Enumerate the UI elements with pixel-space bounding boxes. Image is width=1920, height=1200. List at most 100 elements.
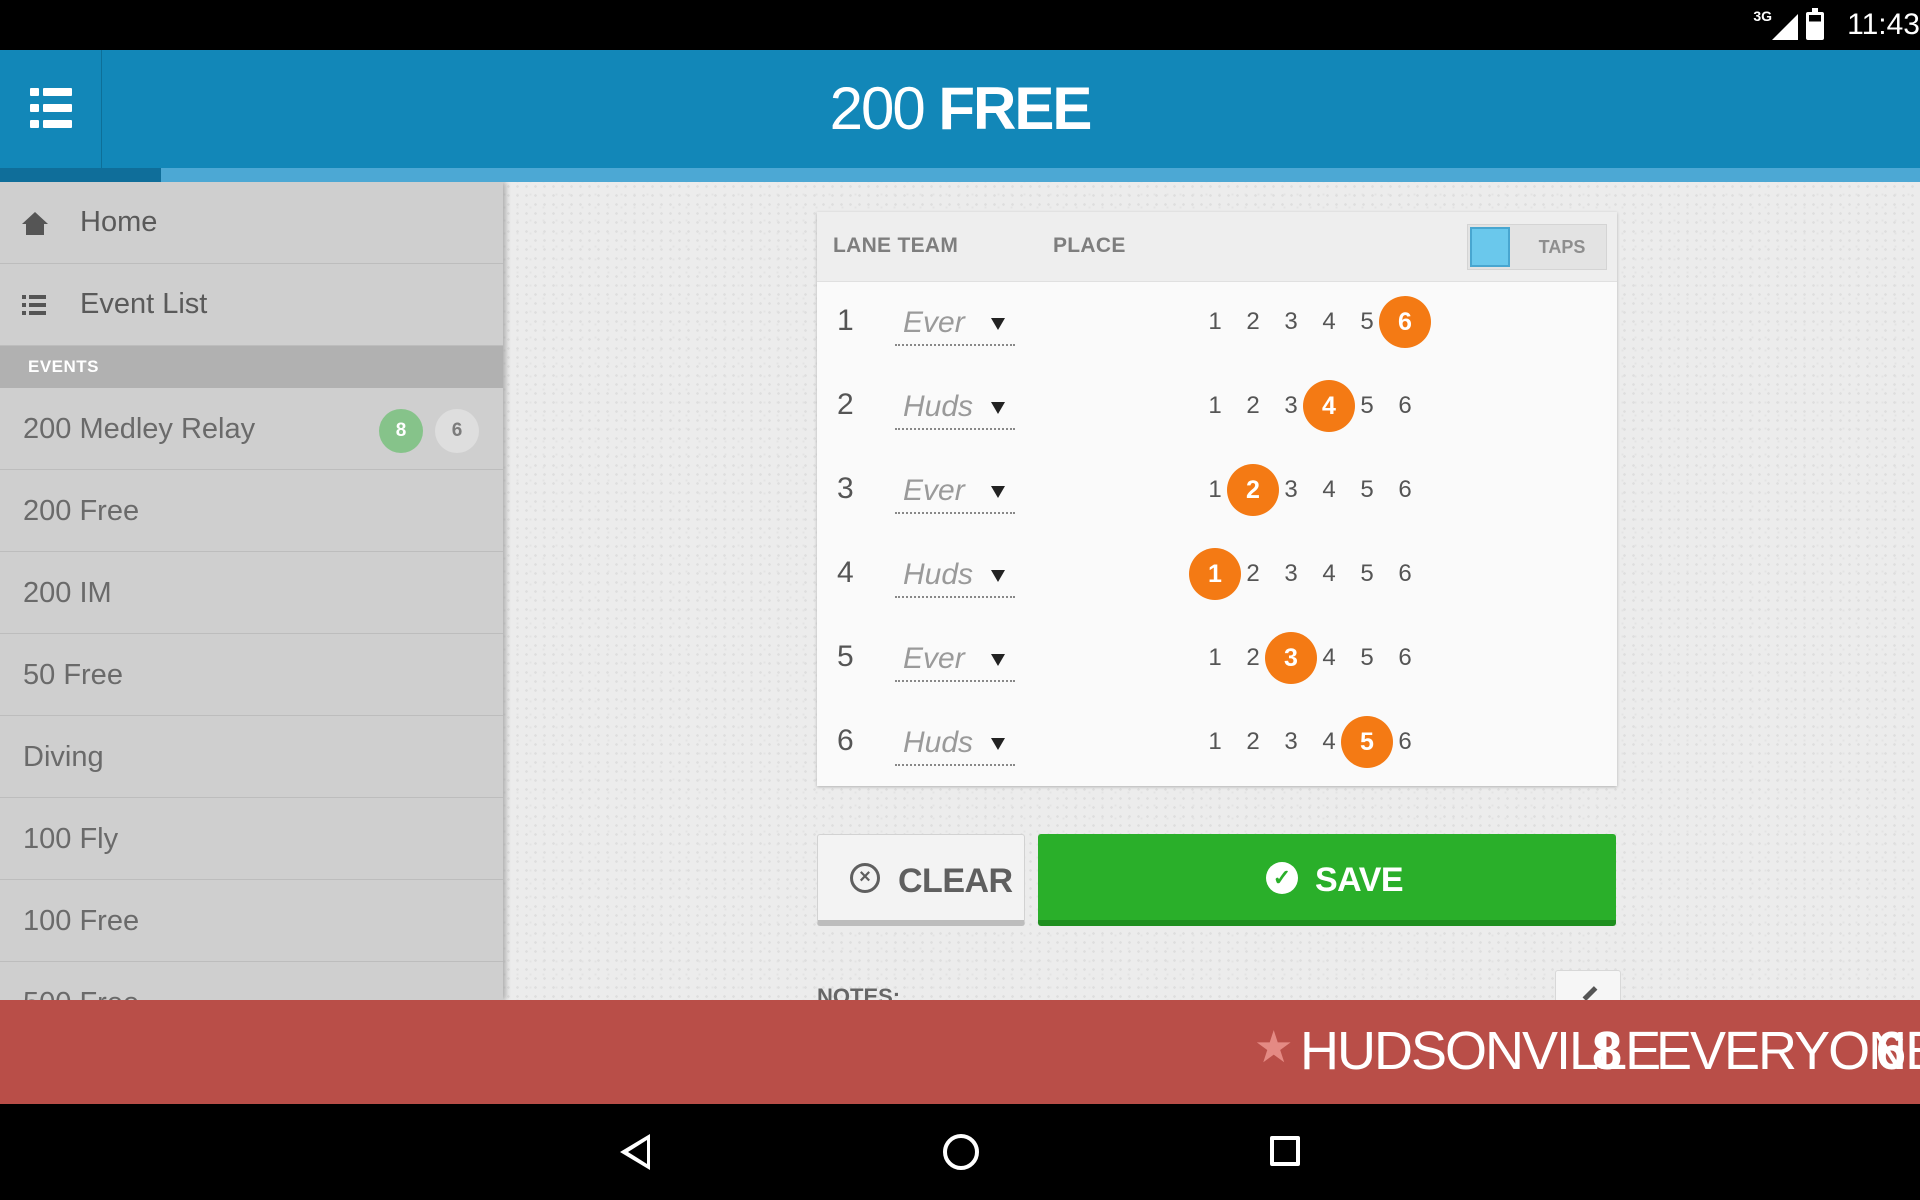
team-select[interactable]: Ever (895, 472, 1015, 514)
check-icon: ✓ (1266, 862, 1298, 894)
event-item-500-free[interactable]: 500 Free (0, 962, 503, 1000)
dropdown-caret-icon (991, 318, 1005, 330)
star-icon: ★ (1254, 1023, 1294, 1072)
lane-number: 3 (837, 472, 854, 505)
results-card: LANE TEAM PLACE TAPS 1 Ever 1 2 3 4 5 6 2 Huds 1 2 3… (817, 212, 1617, 786)
event-item-diving[interactable]: Diving (0, 716, 503, 798)
lane-number: 4 (837, 556, 854, 589)
team-value: Huds (903, 726, 974, 759)
team-select[interactable]: Huds (895, 388, 1015, 430)
place-option[interactable]: 6 (1379, 716, 1431, 768)
clock: 11:43 (1847, 8, 1920, 41)
sidebar-item-label: Home (80, 206, 158, 238)
place-option[interactable]: 6 (1379, 548, 1431, 600)
lane-team-header: LANE TEAM (833, 234, 959, 257)
event-label: 500 Free (23, 987, 139, 1000)
result-row: 5 Ever 1 2 3 4 5 6 (817, 618, 1617, 702)
edit-notes-button[interactable] (1555, 970, 1621, 1000)
place-option[interactable]: 6 (1379, 464, 1431, 516)
place-selector: 123456 (1197, 380, 1453, 432)
dropdown-caret-icon (991, 570, 1005, 582)
event-item-100-free[interactable]: 100 Free (0, 880, 503, 962)
dropdown-caret-icon (991, 486, 1005, 498)
result-row: 2 Huds 1 2 3 4 5 6 (817, 366, 1617, 450)
dropdown-caret-icon (991, 402, 1005, 414)
sidebar-item-label: Event List (80, 288, 208, 320)
home-icon (22, 211, 48, 235)
sidebar-item-event-list[interactable]: Event List (0, 264, 503, 346)
status-bar: 3G 11:43 (0, 0, 1920, 50)
team-select[interactable]: Ever (895, 640, 1015, 682)
system-nav-bar (0, 1104, 1920, 1200)
result-row: 4 Huds 1 2 3 4 5 6 (817, 534, 1617, 618)
result-row: 6 Huds 1 2 3 4 5 6 (817, 702, 1617, 786)
event-label: 200 Free (23, 495, 140, 527)
event-label: 200 IM (23, 577, 112, 609)
taps-toggle[interactable]: TAPS (1467, 224, 1607, 270)
event-item-50-free[interactable]: 50 Free (0, 634, 503, 716)
sidebar-item-home[interactable]: Home (0, 182, 503, 264)
title-number: 200 (829, 75, 926, 142)
place-header: PLACE (1053, 234, 1126, 257)
clear-button[interactable]: × CLEAR (817, 834, 1025, 926)
taps-label: TAPS (1538, 237, 1586, 257)
lane-number: 5 (837, 640, 854, 673)
results-rows: 1 Ever 1 2 3 4 5 6 2 Huds 1 2 3 4 5 6 3 Ever 1 2 3 4 5 6 4 Huds 1 2… (817, 282, 1617, 786)
event-label: 50 Free (23, 659, 123, 691)
place-selector: 123456 (1197, 716, 1453, 768)
battery-icon (1806, 8, 1824, 40)
lane-number: 6 (837, 724, 854, 757)
event-item-200-im[interactable]: 200 IM (0, 552, 503, 634)
title-word: FREE (938, 75, 1092, 142)
place-selector: 123456 (1197, 632, 1453, 684)
event-label: 200 Medley Relay (23, 413, 256, 445)
recent-apps-icon[interactable] (1270, 1136, 1300, 1166)
main-content: Home Event List EVENTS 200 Medley Relay … (0, 182, 1920, 1000)
team-value: Ever (903, 306, 965, 339)
team-select[interactable]: Ever (895, 304, 1015, 346)
home-score-badge: 8 (379, 409, 423, 453)
taps-color-swatch (1470, 227, 1510, 267)
place-option[interactable]: 6 (1379, 296, 1431, 348)
notes-label: NOTES: (817, 984, 901, 1000)
page-title: 200 FREE (0, 74, 1920, 143)
score-bar: ★ HUDSONVILLE 8 EVERYONE 6 (0, 1000, 1920, 1104)
lane-number: 1 (837, 304, 854, 337)
back-icon[interactable] (620, 1134, 650, 1170)
clear-label: CLEAR (898, 862, 1013, 900)
away-team-score: 6 (1876, 1021, 1907, 1081)
results-header: LANE TEAM PLACE TAPS (817, 212, 1617, 282)
home-circle-icon[interactable] (943, 1134, 979, 1170)
pencil-icon (1582, 986, 1598, 1000)
dropdown-caret-icon (991, 654, 1005, 666)
event-item-200-free[interactable]: 200 Free (0, 470, 503, 552)
team-select[interactable]: Huds (895, 556, 1015, 598)
progress-bar (0, 168, 1920, 182)
event-label: 100 Free (23, 905, 140, 937)
app-bar: 200 FREE (0, 50, 1920, 168)
home-team-score: 8 (1592, 1021, 1623, 1081)
result-row: 3 Ever 1 2 3 4 5 6 (817, 450, 1617, 534)
place-selector: 123456 (1197, 296, 1453, 348)
place-option[interactable]: 6 (1379, 380, 1431, 432)
event-item-100-fly[interactable]: 100 Fly (0, 798, 503, 880)
sidebar: Home Event List EVENTS 200 Medley Relay … (0, 182, 503, 1000)
event-item-200-medley-relay[interactable]: 200 Medley Relay 8 6 (0, 388, 503, 470)
event-label: 100 Fly (23, 823, 119, 855)
place-selector: 123456 (1189, 548, 1453, 600)
team-value: Huds (903, 390, 974, 423)
result-row: 1 Ever 1 2 3 4 5 6 (817, 282, 1617, 366)
away-score-badge: 6 (435, 409, 479, 453)
dropdown-caret-icon (991, 738, 1005, 750)
lane-number: 2 (837, 388, 854, 421)
team-select[interactable]: Huds (895, 724, 1015, 766)
team-value: Huds (903, 558, 974, 591)
clear-icon: × (850, 863, 880, 893)
network-type: 3G (1753, 8, 1772, 24)
save-button[interactable]: ✓ SAVE (1038, 834, 1616, 926)
team-value: Ever (903, 474, 965, 507)
list-icon (22, 294, 46, 315)
signal-icon (1772, 14, 1798, 40)
progress-fill (0, 168, 162, 182)
place-option[interactable]: 6 (1379, 632, 1431, 684)
